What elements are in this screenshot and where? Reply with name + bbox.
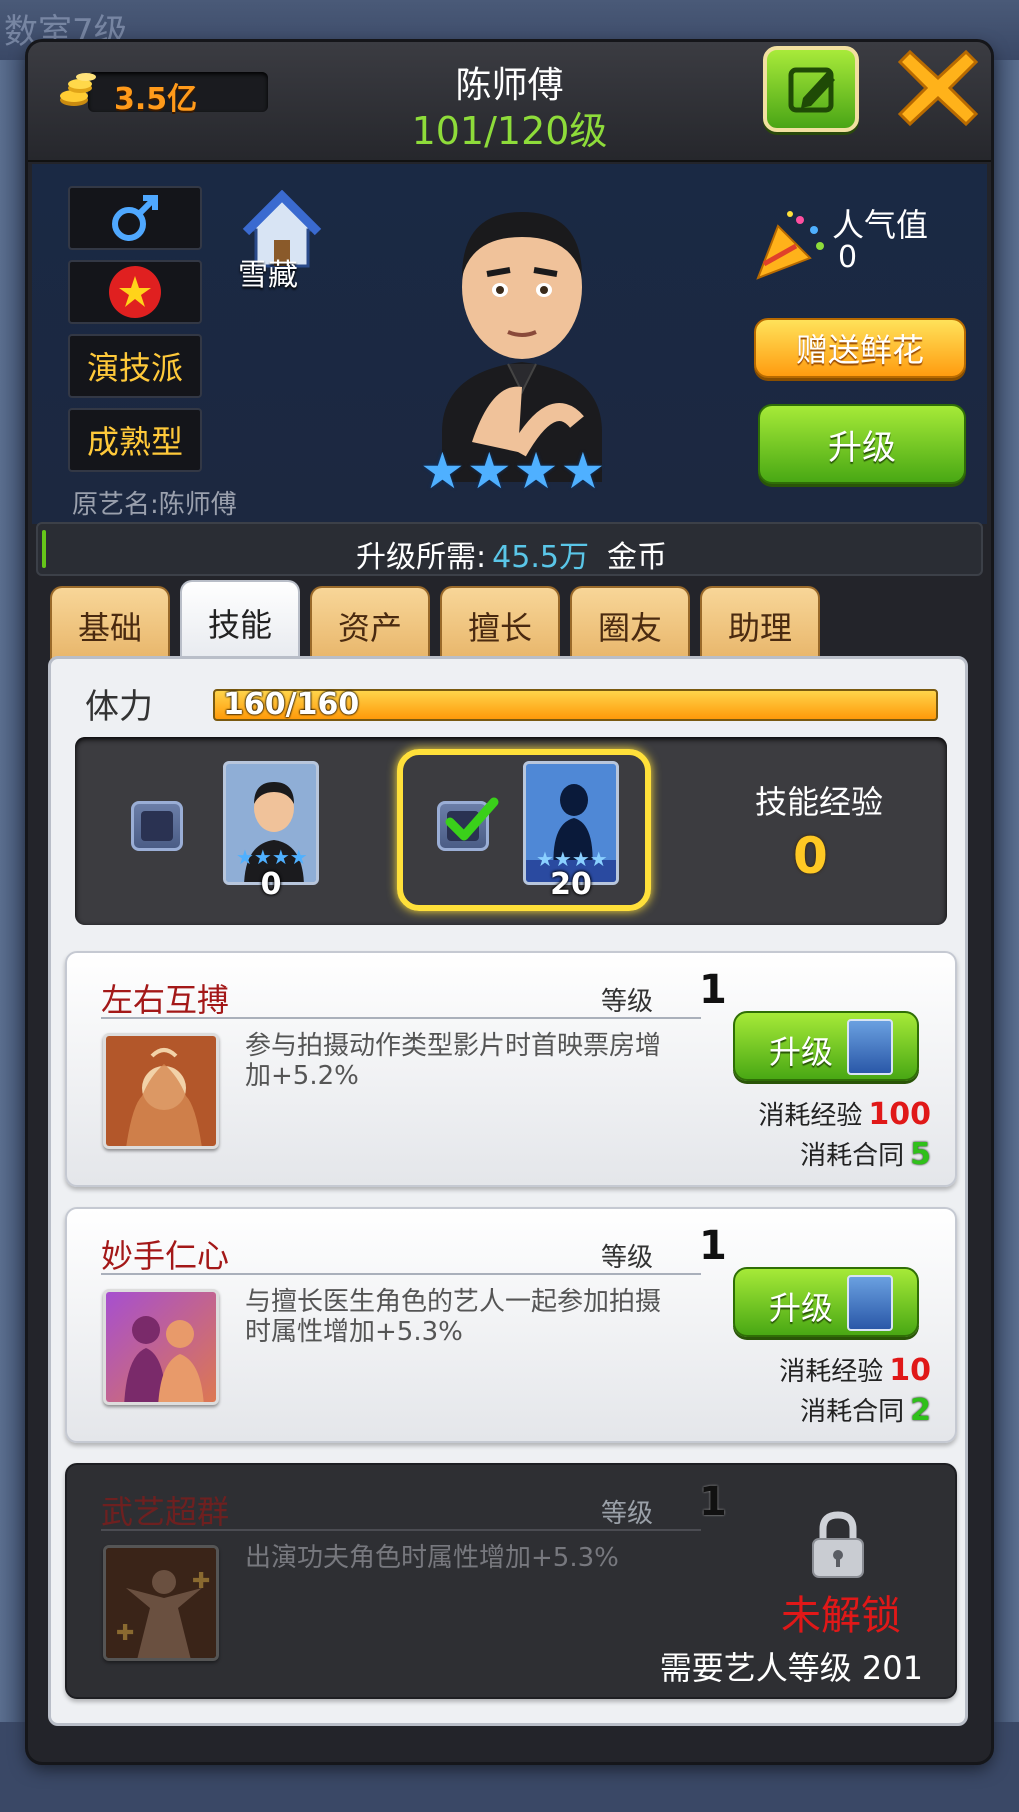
stamina-value: 160/160	[223, 687, 360, 722]
gender-badge	[68, 186, 202, 250]
cost-contract: 消耗合同 5	[800, 1135, 931, 1172]
checkbox-box	[141, 811, 173, 841]
checkmark-icon	[445, 797, 499, 841]
card2-checkbox[interactable]	[437, 797, 499, 851]
background-right	[991, 60, 1019, 1812]
cost-exp: 消耗经验 10	[779, 1351, 931, 1388]
star-rating: ★ ★ ★ ★	[420, 446, 605, 496]
tab-assistant[interactable]: 助理	[700, 586, 820, 664]
skill-upgrade-label: 升级	[769, 1033, 834, 1071]
attribute-badge-acting: 演技派	[68, 334, 202, 398]
edit-name-button[interactable]	[763, 46, 859, 132]
skill-level-label: 等级	[601, 1499, 654, 1529]
skill-description: 出演功夫角色时属性增加+5.3%	[245, 1543, 619, 1573]
skill-upgrade-button[interactable]: 升级	[733, 1011, 919, 1081]
skill-description: 参与拍摄动作类型影片时首映票房增加+5.2%	[245, 1031, 662, 1091]
cost-exp: 消耗经验 100	[758, 1095, 931, 1132]
tab-assets[interactable]: 资产	[310, 586, 430, 664]
attribute-label: 演技派	[86, 349, 183, 387]
skill-icon	[103, 1289, 219, 1405]
unlock-requirement: 需要艺人等级 201	[659, 1649, 923, 1687]
kungfu-skill-icon: ✚✚	[106, 1548, 216, 1658]
card2-count: 20	[550, 867, 592, 902]
original-stage-name: 原艺名:陈师傅	[72, 490, 237, 520]
detail-tabs: 基础 技能 资产 擅长 圈友 助理	[50, 580, 820, 666]
card-icon	[847, 1019, 893, 1075]
actor-profile: 演技派 成熟型 原艺名:陈师傅 雪藏 ★ ★ ★ ★ 人气值 0 赠送鲜花 升级	[32, 164, 987, 524]
card1-count: 0	[260, 867, 282, 902]
cost-exp-label: 消耗经验	[779, 1357, 884, 1387]
stamina-label: 体力	[85, 687, 153, 727]
popularity-value: 0	[838, 240, 858, 275]
skill-upgrade-label: 升级	[769, 1289, 834, 1327]
background-left	[0, 60, 28, 1812]
martial-arts-icon	[106, 1036, 216, 1146]
stamina-bar: 160/160	[213, 687, 938, 722]
skill-level-value: 1	[699, 1223, 727, 1269]
cost-contract-label: 消耗合同	[800, 1141, 905, 1171]
skill-level-value: 1	[699, 967, 727, 1013]
skill-description: 与擅长医生角色的艺人一起参加拍摄时属性增加+5.3%	[245, 1287, 662, 1347]
locked-status: 未解锁	[781, 1593, 901, 1639]
star-icon: ★	[466, 442, 512, 500]
cost-contract-value: 2	[910, 1393, 931, 1428]
nationality-badge	[68, 260, 202, 324]
upgrade-actor-button[interactable]: 升级	[758, 404, 966, 484]
actor-avatar	[442, 212, 602, 482]
skill-exp-value: 0	[793, 827, 828, 885]
tab-basic[interactable]: 基础	[50, 586, 170, 664]
skill-item: 左右互搏 等级 1 参与拍摄动作类型影片时首映票房增加+5.2% 升级 消耗经验…	[65, 951, 957, 1187]
skill-card-selector: ★★★★ 0 ★★★★ 20 技能经验 0	[75, 737, 947, 925]
svg-text:✚: ✚	[116, 1621, 134, 1646]
skill-level-value: 1	[699, 1479, 727, 1525]
edit-icon	[788, 67, 835, 113]
doctor-skill-icon	[106, 1292, 216, 1402]
requirement-unit: 金币	[606, 540, 667, 575]
china-flag-icon	[109, 266, 161, 318]
cost-exp-value: 10	[889, 1353, 931, 1388]
skill-icon	[103, 1033, 219, 1149]
skill-name: 武艺超群	[101, 1493, 230, 1531]
star-icon: ★	[513, 442, 559, 500]
tab-skills[interactable]: 技能	[180, 580, 300, 664]
panel-header: 3.5亿 陈师傅 101/120级	[28, 42, 991, 162]
skills-content: 体力 160/160 ★★★★ 0 ★★★★ 20 技能经验 0 左右互搏 等级…	[48, 656, 968, 1726]
requirement-value: 45.5万	[492, 540, 589, 575]
skill-level-label: 等级	[601, 987, 654, 1017]
requirement-label: 升级所需:	[356, 540, 487, 575]
lock-icon	[812, 1511, 864, 1578]
tab-friends[interactable]: 圈友	[570, 586, 690, 664]
agency-label: 雪藏	[238, 258, 298, 293]
close-icon[interactable]	[898, 48, 978, 128]
skill-upgrade-button[interactable]: 升级	[733, 1267, 919, 1337]
svg-text:★★★★: ★★★★	[236, 845, 308, 869]
upgrade-requirement-bar: 升级所需: 45.5万 金币	[36, 522, 983, 576]
skill-exp-label: 技能经验	[755, 783, 884, 821]
skill-item: 妙手仁心 等级 1 与擅长医生角色的艺人一起参加拍摄时属性增加+5.3% 升级	[65, 1207, 957, 1443]
card-icon	[847, 1275, 893, 1331]
male-icon	[112, 195, 158, 241]
cost-exp-value: 100	[868, 1097, 931, 1132]
cost-contract-label: 消耗合同	[800, 1397, 905, 1427]
star-icon: ★	[420, 442, 465, 500]
card1-checkbox[interactable]	[131, 801, 183, 851]
tab-specialty[interactable]: 擅长	[440, 586, 560, 664]
cost-contract-value: 5	[910, 1137, 931, 1172]
svg-text:✚: ✚	[192, 1569, 210, 1594]
cost-contract: 消耗合同 2	[800, 1391, 931, 1428]
star-icon: ★	[560, 442, 606, 500]
party-popper-icon	[756, 211, 824, 280]
skill-name: 妙手仁心	[101, 1237, 230, 1275]
skill-item-locked: 武艺超群 等级 1 ✚ ✚ 出演功夫角色时属性增加+5.3% 未解锁 需要艺人等级…	[65, 1463, 957, 1699]
requirement-text: 升级所需: 45.5万 金币	[38, 532, 985, 576]
actor-detail-panel: 3.5亿 陈师傅 101/120级 演技派 成熟型 原艺名:陈师傅 雪藏 ★ ★…	[28, 42, 991, 1762]
cost-exp-label: 消耗经验	[758, 1101, 863, 1131]
skill-name: 左右互搏	[101, 981, 230, 1019]
attribute-label: 成熟型	[86, 423, 183, 461]
send-flowers-button[interactable]: 赠送鲜花	[754, 318, 966, 378]
skill-icon: ✚ ✚	[103, 1545, 219, 1661]
skill-level-label: 等级	[601, 1243, 654, 1273]
attribute-badge-type: 成熟型	[68, 408, 202, 472]
